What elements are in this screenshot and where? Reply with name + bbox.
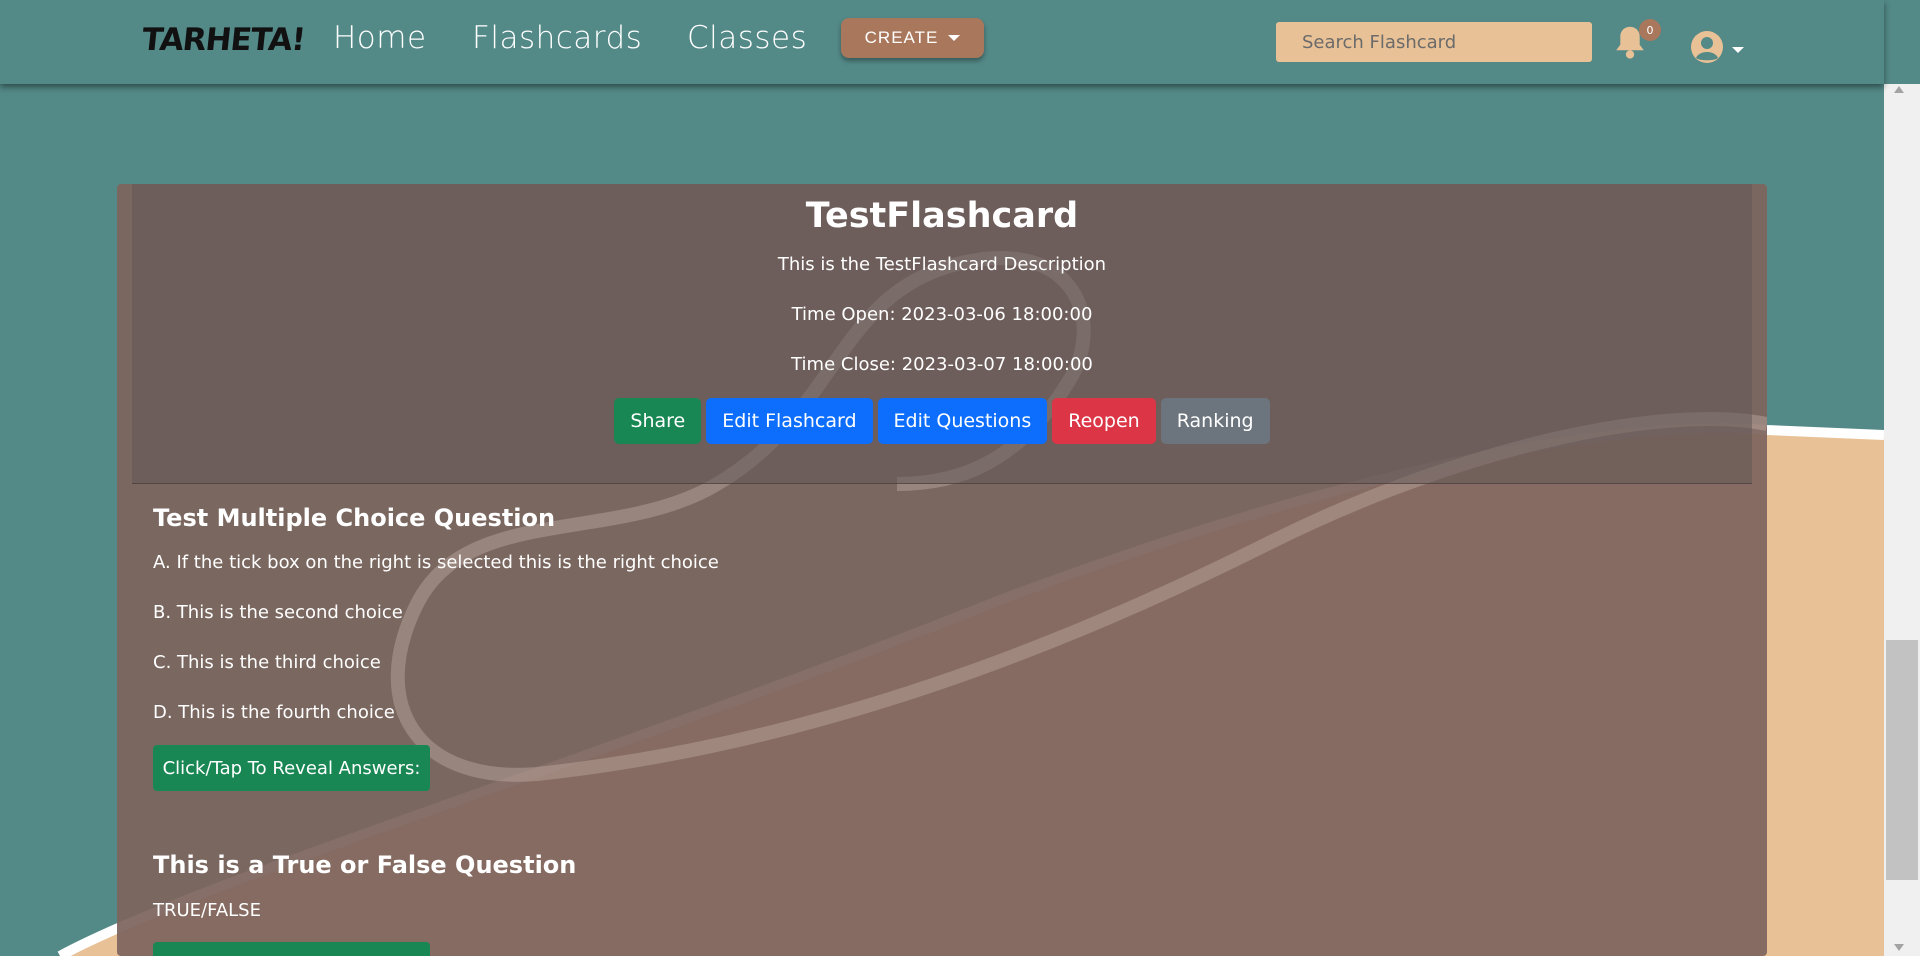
question-choice: B. This is the second choice	[153, 602, 403, 623]
search-input[interactable]	[1276, 22, 1592, 62]
reveal-answers-button[interactable]: Click/Tap To Reveal Answers:	[153, 745, 430, 791]
nav-link-flashcards[interactable]: Flashcards	[472, 20, 642, 56]
ranking-button[interactable]: Ranking	[1160, 398, 1270, 444]
edit-questions-button[interactable]: Edit Questions	[877, 398, 1048, 444]
question-choice: A. If the tick box on the right is selec…	[153, 552, 719, 573]
flashcard-card: TestFlashcard This is the TestFlashcard …	[117, 184, 1767, 956]
flashcard-description: This is the TestFlashcard Description	[777, 254, 1107, 275]
scrollbar-thumb[interactable]	[1886, 640, 1918, 880]
reveal-answers-button[interactable]	[153, 942, 430, 956]
create-dropdown-button[interactable]: CREATE	[841, 18, 984, 58]
question-title: This is a True or False Question	[153, 851, 577, 879]
question-title: Test Multiple Choice Question	[153, 504, 556, 532]
question-choice: C. This is the third choice	[153, 652, 381, 673]
brand-logo[interactable]: TARHETA!	[140, 22, 306, 58]
nav-link-home[interactable]: Home	[333, 20, 427, 56]
scroll-up-arrow-icon[interactable]	[1894, 86, 1904, 93]
create-label: CREATE	[864, 28, 939, 47]
edit-flashcard-button[interactable]: Edit Flashcard	[706, 398, 873, 444]
reopen-button[interactable]: Reopen	[1052, 398, 1156, 444]
user-avatar-icon[interactable]	[1690, 30, 1724, 64]
top-navbar: TARHETA! Home Flashcards Classes CREATE …	[0, 0, 1884, 84]
question-choice: TRUE/FALSE	[153, 900, 261, 921]
notification-badge: 0	[1639, 19, 1661, 41]
scroll-down-arrow-icon[interactable]	[1894, 944, 1904, 951]
action-buttons: Share Edit Flashcard Edit Questions Reop…	[117, 398, 1767, 444]
flashcard-title: TestFlashcard	[805, 196, 1079, 236]
time-open: Time Open: 2023-03-06 18:00:00	[791, 304, 1093, 325]
question-choice: D. This is the fourth choice	[153, 702, 395, 723]
time-close: Time Close: 2023-03-07 18:00:00	[791, 354, 1093, 375]
chevron-down-icon	[948, 35, 961, 41]
page-scrollbar[interactable]	[1884, 84, 1920, 956]
share-button[interactable]: Share	[614, 398, 702, 444]
chevron-down-icon[interactable]	[1732, 47, 1744, 53]
nav-link-classes[interactable]: Classes	[687, 20, 807, 56]
